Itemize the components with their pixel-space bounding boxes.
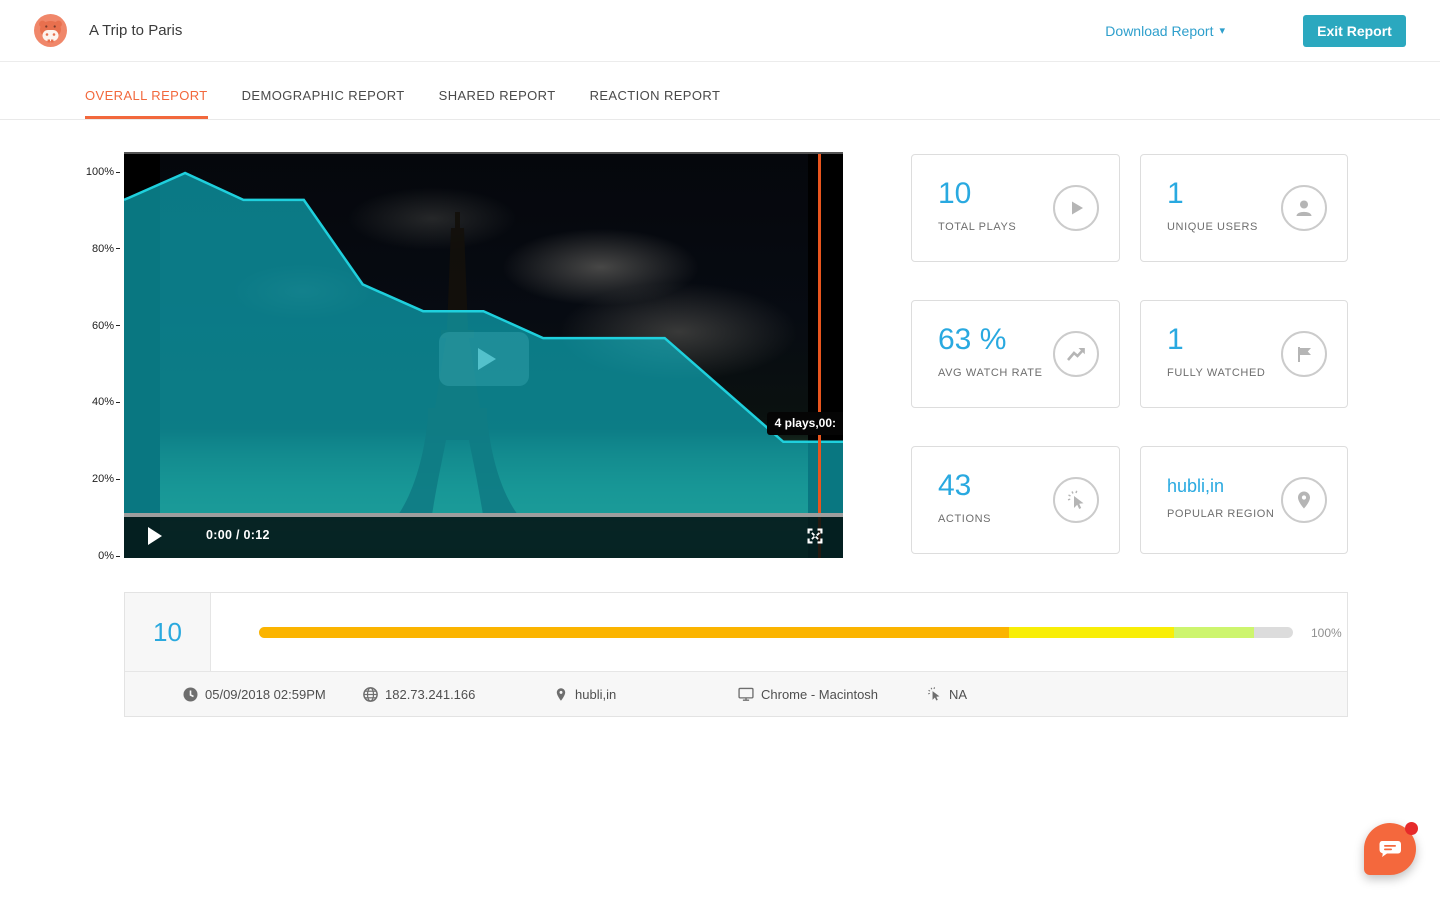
detail-action: NA — [926, 686, 1006, 702]
tab-demographic-report[interactable]: DEMOGRAPHIC REPORT — [242, 62, 405, 119]
viewer-details-row: 05/09/2018 02:59PM 182.73.241.166 hubli,… — [125, 671, 1347, 716]
viewer-play-count: 10 — [125, 593, 211, 671]
click-icon — [1053, 477, 1099, 523]
detail-browser-os: Chrome - Macintosh — [738, 687, 926, 702]
watch-percent-label: 100% — [1311, 626, 1342, 640]
chart-tooltip: 4 plays,00: — [767, 412, 843, 435]
video-player[interactable]: 100%80%60%40%20%0% 4 plays,00: 0 — [124, 152, 843, 558]
y-axis-tick: 80% — [92, 243, 120, 255]
detail-location: hubli,in — [554, 687, 738, 702]
y-axis-tick: 60% — [92, 320, 120, 332]
click-icon — [926, 686, 942, 702]
map-pin-icon — [1281, 477, 1327, 523]
monitor-icon — [738, 687, 754, 702]
chat-bubble-icon — [1378, 839, 1402, 859]
y-axis-tick: 0% — [98, 550, 120, 562]
viewer-row-summary: 10 100% — [125, 593, 1347, 671]
chat-launcher-button[interactable] — [1364, 823, 1416, 875]
hippo-logo-icon — [34, 14, 67, 47]
user-icon — [1281, 185, 1327, 231]
map-pin-icon — [554, 687, 568, 702]
y-axis-tick: 40% — [92, 396, 120, 408]
stat-card-popular-region: hubli,in POPULAR REGION — [1140, 446, 1348, 554]
y-axis-tick: 100% — [86, 166, 120, 178]
progress-segment — [1174, 627, 1254, 638]
playhead-marker-line — [818, 154, 821, 558]
progress-segment — [1009, 627, 1174, 638]
exit-report-button[interactable]: Exit Report — [1303, 15, 1406, 47]
caret-down-icon: ▾ — [1219, 24, 1225, 37]
report-content: 100%80%60%40%20%0% 4 plays,00: 0 — [0, 120, 1440, 899]
stat-cards-grid: 10 TOTAL PLAYS 1 UNIQUE USERS 63 % AVG W… — [911, 154, 1348, 554]
viewer-row: 10 100% 05/09/2018 02:59PM 182.73.241.16… — [124, 592, 1348, 717]
play-icon — [1053, 185, 1099, 231]
retention-area-chart — [124, 154, 843, 558]
seekbar[interactable] — [124, 513, 843, 517]
time-display: 0:00 / 0:12 — [206, 528, 270, 542]
play-icon[interactable] — [148, 527, 162, 545]
clock-icon — [183, 687, 198, 702]
stat-card-unique-users: 1 UNIQUE USERS — [1140, 154, 1348, 262]
stat-card-avg-watch-rate: 63 % AVG WATCH RATE — [911, 300, 1120, 408]
flag-icon — [1281, 331, 1327, 377]
detail-ip-address: 182.73.241.166 — [363, 687, 554, 702]
page-title: A Trip to Paris — [89, 22, 182, 39]
tab-reaction-report[interactable]: REACTION REPORT — [590, 62, 721, 119]
globe-icon — [363, 687, 378, 702]
y-axis-tick: 20% — [92, 473, 120, 485]
stat-card-fully-watched: 1 FULLY WATCHED — [1140, 300, 1348, 408]
report-tabbar: OVERALL REPORT DEMOGRAPHIC REPORT SHARED… — [0, 62, 1440, 120]
stat-card-total-plays: 10 TOTAL PLAYS — [911, 154, 1120, 262]
watch-progress-bar — [259, 627, 1293, 638]
tab-shared-report[interactable]: SHARED REPORT — [439, 62, 556, 119]
stat-card-actions: 43 ACTIONS — [911, 446, 1120, 554]
video-controls: 0:00 / 0:12 — [124, 513, 843, 558]
unread-badge — [1405, 822, 1418, 835]
download-report-link[interactable]: Download Report ▾ — [1105, 23, 1225, 39]
tab-overall-report[interactable]: OVERALL REPORT — [85, 62, 208, 119]
detail-timestamp: 05/09/2018 02:59PM — [183, 687, 363, 702]
progress-segment — [259, 627, 1009, 638]
fullscreen-icon[interactable] — [805, 526, 825, 546]
trend-up-icon — [1053, 331, 1099, 377]
chart-y-axis: 100%80%60%40%20%0% — [78, 154, 120, 558]
report-page: A Trip to Paris Download Report ▾ Exit R… — [0, 0, 1440, 900]
header: A Trip to Paris Download Report ▾ Exit R… — [0, 0, 1440, 62]
